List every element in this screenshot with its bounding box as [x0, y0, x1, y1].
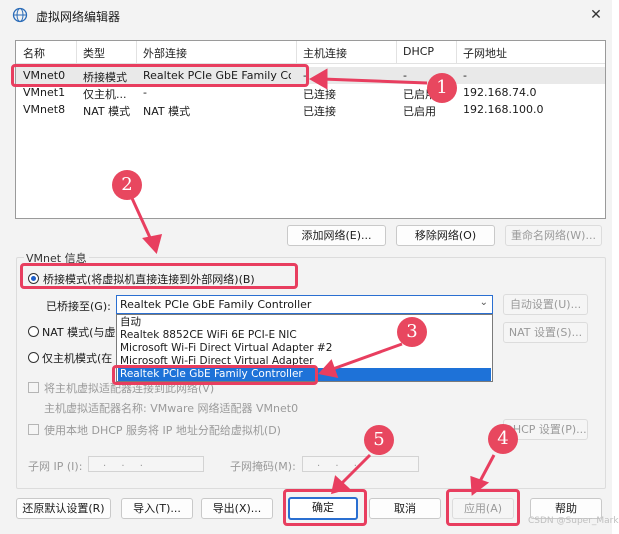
annotation-box-realtek: [112, 365, 318, 385]
annotation-marker-1: 1: [427, 73, 457, 103]
watermark: CSDN @Super_Mark: [528, 516, 619, 526]
annotation-marker-5: 5: [364, 425, 394, 455]
annotation-box-vmnet0: [11, 64, 309, 87]
annotation-box-apply: [446, 489, 520, 526]
annotation-marker-3: 3: [397, 317, 427, 347]
annotation-marker-2: 2: [112, 170, 142, 200]
annotation-marker-4: 4: [488, 424, 518, 454]
annotation-box-bridged: [20, 263, 298, 289]
annotation-box-ok: [283, 489, 367, 526]
